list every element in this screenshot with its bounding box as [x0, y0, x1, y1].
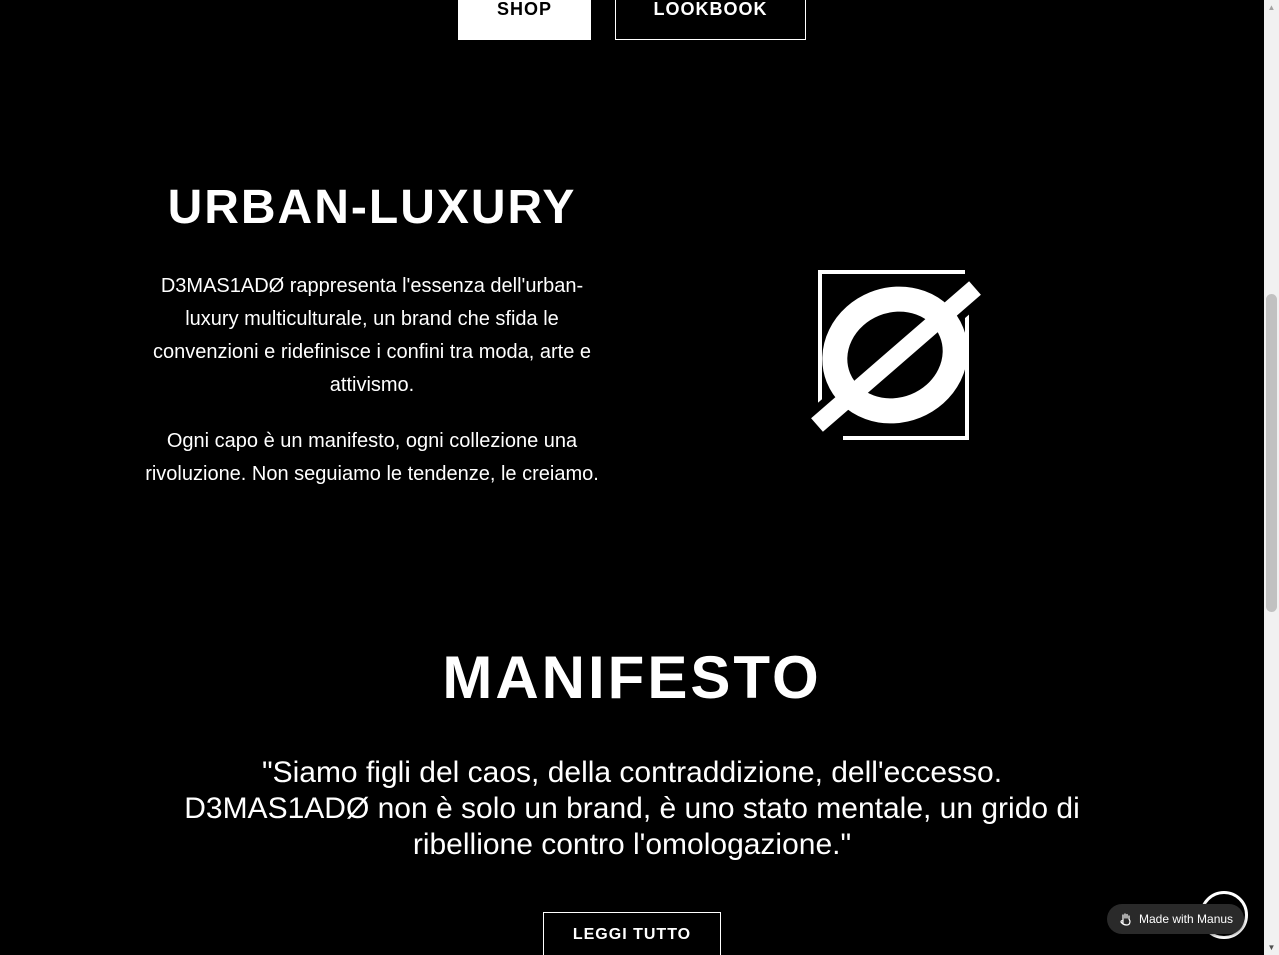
manifesto-title: MANIFESTO: [442, 644, 822, 711]
manus-hand-icon: [1119, 912, 1133, 926]
about-paragraph-1: D3MAS1ADØ rappresenta l'essenza dell'urb…: [152, 275, 591, 396]
scroll-thumb[interactable]: [1266, 294, 1277, 612]
lookbook-button[interactable]: LOOKBOOK: [615, 0, 806, 40]
about-paragraph-2: Ogni capo è un manifesto, ogni collezion…: [145, 430, 599, 485]
read-more-button[interactable]: LEGGI TUTTO: [543, 912, 721, 955]
shop-button[interactable]: SHOP: [458, 0, 591, 40]
badge-label: Made with Manus: [1139, 912, 1234, 926]
scroll-up-arrow-icon[interactable]: ▲: [1264, 0, 1279, 15]
scroll-down-arrow-icon[interactable]: ▼: [1264, 940, 1279, 955]
manifesto-quote: "Siamo figli del caos, della contraddizi…: [184, 756, 1080, 861]
vertical-scrollbar[interactable]: ▲ ▼: [1264, 0, 1279, 955]
made-with-manus-badge[interactable]: Made with Manus: [1107, 904, 1244, 934]
about-title: URBAN-LUXURY: [167, 181, 577, 234]
slashed-o-logo-icon: [805, 265, 990, 445]
about-section: URBAN-LUXURY D3MAS1ADØ rappresenta l'ess…: [140, 176, 604, 491]
page: SHOP LOOKBOOK URBAN-LUXURY D3MAS1ADØ rap…: [0, 0, 1279, 955]
